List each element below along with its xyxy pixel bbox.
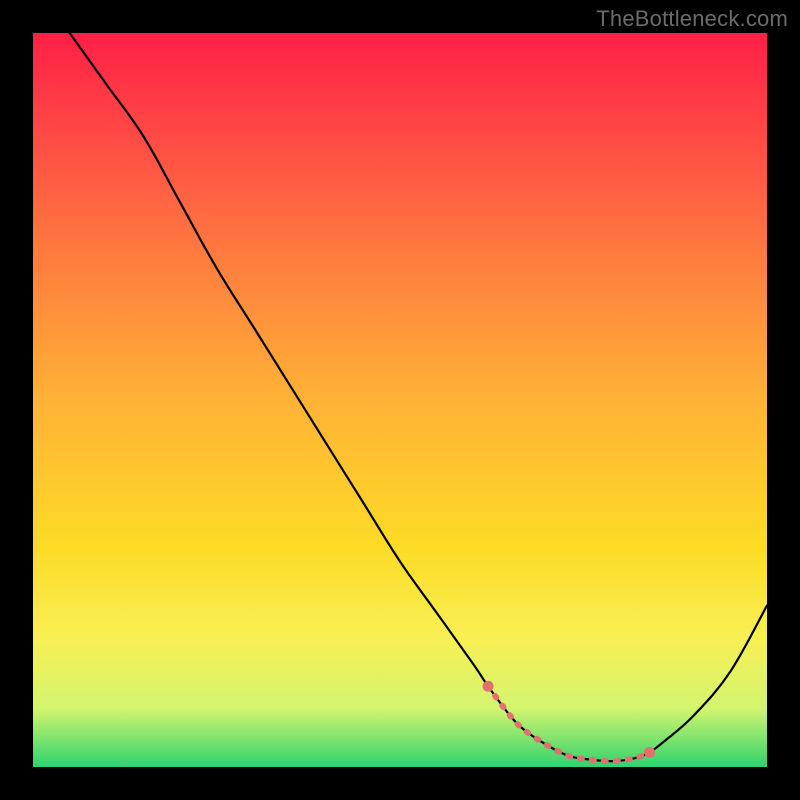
gradient-background bbox=[33, 33, 767, 767]
chart-frame: TheBottleneck.com bbox=[0, 0, 800, 800]
highlight-endpoint bbox=[644, 747, 655, 758]
chart-canvas bbox=[33, 33, 767, 767]
highlight-endpoint bbox=[483, 681, 494, 692]
watermark-label: TheBottleneck.com bbox=[596, 6, 788, 32]
highlight-dotted-line bbox=[488, 686, 649, 761]
highlight-markers bbox=[483, 681, 655, 761]
bottleneck-curve bbox=[70, 33, 767, 761]
